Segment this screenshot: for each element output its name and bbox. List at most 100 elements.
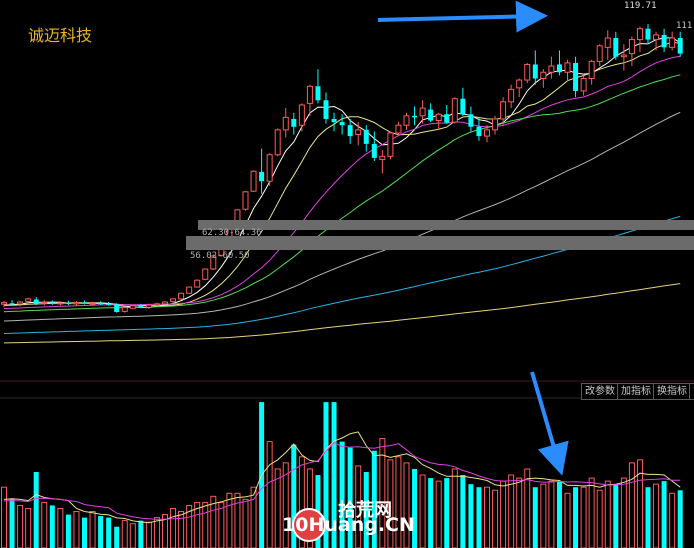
ma120-line — [3, 215, 681, 334]
candle-body — [476, 126, 482, 137]
candle-body — [9, 303, 15, 305]
candle-body — [315, 86, 321, 101]
candle-body — [121, 307, 128, 312]
volume-bar — [460, 475, 466, 548]
candle-body — [379, 155, 386, 160]
volume-bar — [114, 526, 120, 548]
volume-bar — [202, 501, 209, 548]
volume-bar — [548, 480, 555, 548]
candle-body — [106, 303, 112, 305]
candle-body — [444, 114, 450, 123]
volume-bar — [121, 520, 128, 548]
volume-bar — [628, 462, 635, 548]
candle-body — [661, 34, 667, 48]
candle-body — [89, 302, 96, 305]
ma20-line — [3, 55, 681, 309]
candle-body — [580, 77, 587, 92]
candle-body — [548, 65, 555, 73]
volume-bar — [508, 474, 515, 548]
volume-bar — [49, 505, 55, 548]
candle-body — [677, 38, 683, 54]
high-price-label: 119.71 — [624, 1, 657, 11]
candle-body — [347, 125, 353, 137]
candle-body — [460, 98, 466, 115]
watermark-brand-en: 10Huang.CN — [282, 514, 415, 536]
stock-chart — [0, 0, 694, 548]
candle-body — [412, 115, 418, 118]
candle-body — [57, 302, 64, 305]
candle-body — [178, 292, 185, 300]
volume-bar — [604, 480, 611, 548]
candle-body — [274, 129, 281, 156]
candle-body — [242, 191, 249, 210]
candle-body — [323, 100, 329, 119]
candle-body — [65, 302, 71, 304]
candle-body — [371, 143, 377, 158]
volume-bar — [153, 517, 160, 548]
candle-body — [500, 101, 507, 120]
candle-body — [298, 104, 305, 126]
ma250-line — [3, 283, 681, 344]
candle-body — [41, 301, 48, 304]
candle-body — [532, 64, 538, 79]
volume-bar — [476, 487, 482, 548]
candle-body — [636, 28, 643, 41]
annotation-arrow-right — [377, 0, 548, 33]
candle-body — [33, 299, 39, 304]
candle-body — [138, 305, 144, 308]
volume-bar — [669, 492, 676, 548]
volume-bar — [65, 514, 71, 548]
volume-bar — [106, 517, 112, 548]
volume-bar — [138, 520, 144, 548]
more-button[interactable]: ? — [689, 383, 694, 400]
candle-body — [282, 116, 289, 131]
candle-body — [387, 132, 394, 157]
volume-bar — [266, 441, 273, 548]
candle-body — [524, 63, 531, 81]
volume-bar — [170, 507, 177, 548]
candle-body — [194, 279, 201, 288]
candle-body — [17, 301, 24, 305]
price-band-lower — [186, 236, 694, 250]
candle-body — [435, 113, 442, 122]
candle-body — [428, 109, 434, 121]
volume-bar — [532, 487, 538, 548]
volume-bar — [218, 501, 225, 548]
volume-bar — [178, 511, 185, 548]
volume-bar — [540, 483, 547, 548]
volume-bar — [145, 521, 152, 548]
candle-body — [451, 98, 458, 123]
candle-body — [628, 39, 635, 55]
volume-bar — [661, 481, 667, 548]
candle-body — [468, 114, 474, 127]
volume-bar — [444, 478, 450, 548]
switch-indicator-button[interactable]: 换指标 — [653, 383, 691, 400]
volume-bar — [9, 499, 15, 548]
edit-params-button[interactable]: 改参数 — [581, 383, 619, 400]
volume-bar — [73, 511, 80, 548]
volume-bar — [41, 501, 48, 548]
candle-body — [596, 45, 603, 62]
candle-body — [403, 115, 410, 126]
candle-body — [259, 171, 265, 182]
candle-body — [162, 301, 168, 305]
volume-bar — [25, 507, 32, 548]
add-indicator-button[interactable]: 加指标 — [617, 383, 655, 400]
price-band-upper — [198, 220, 694, 230]
candle-body — [613, 38, 619, 57]
volume-bar — [596, 489, 603, 548]
candle-body — [516, 79, 523, 89]
candle-body — [419, 107, 426, 117]
candle-body — [49, 302, 55, 304]
candle-body — [573, 62, 579, 91]
volume-bar — [33, 472, 39, 548]
volume-bar — [588, 477, 595, 548]
candle-body — [25, 298, 32, 302]
volume-bar — [524, 468, 531, 548]
candle-body — [153, 303, 160, 306]
candle-body — [604, 37, 611, 48]
candle-body — [508, 88, 515, 103]
candle-body — [306, 85, 313, 104]
volume-bar — [435, 480, 442, 548]
watermark-logo: 拾荒网 10Huang.CN — [276, 494, 416, 546]
